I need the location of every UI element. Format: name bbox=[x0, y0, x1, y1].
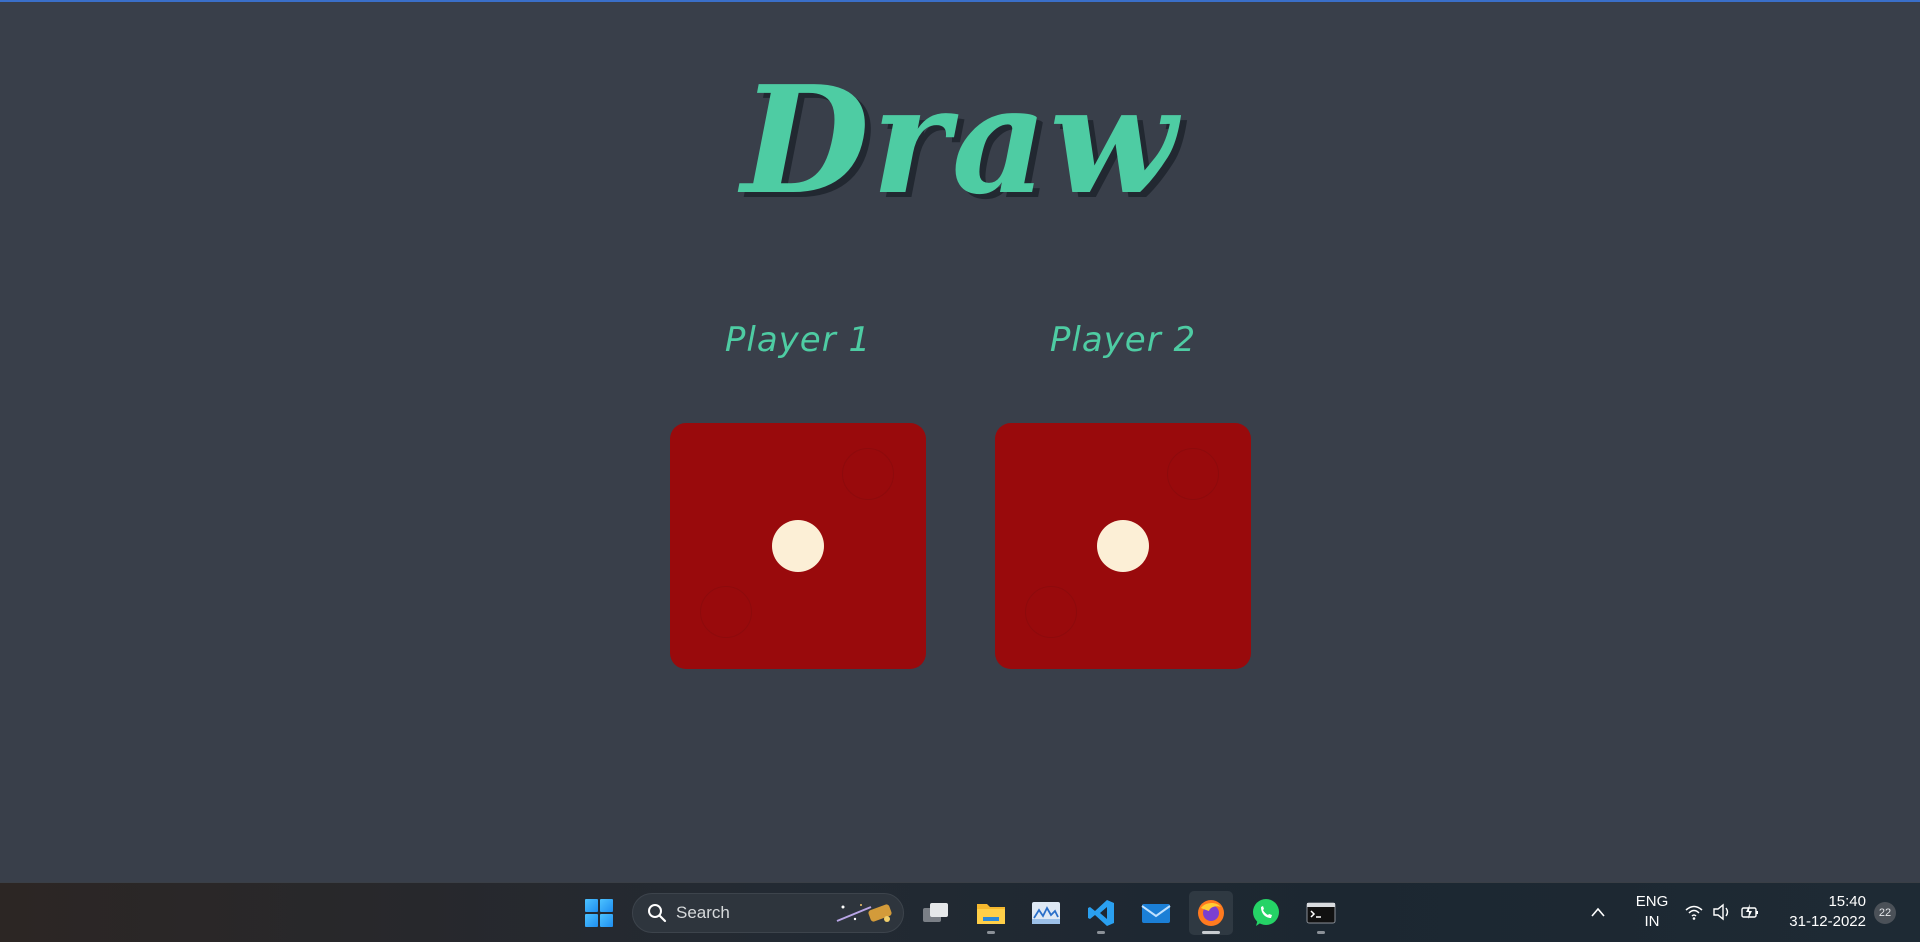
file-explorer-button[interactable] bbox=[969, 891, 1013, 935]
taskbar-clock[interactable]: 15:40 31-12-2022 bbox=[1780, 892, 1866, 932]
task-view-icon bbox=[923, 903, 948, 922]
search-placeholder: Search bbox=[676, 903, 730, 922]
player-2-die bbox=[995, 423, 1251, 669]
mail-icon bbox=[1141, 904, 1171, 923]
whatsapp-icon bbox=[1253, 899, 1279, 926]
result-title: Draw bbox=[741, 53, 1179, 227]
resource-monitor-button[interactable] bbox=[1024, 891, 1068, 935]
firefox-icon bbox=[1198, 900, 1224, 926]
windows-logo-icon bbox=[585, 899, 613, 927]
wifi-icon bbox=[1685, 905, 1703, 920]
game-page: Draw Player 1 Player 2 bbox=[0, 2, 1920, 882]
system-tray[interactable] bbox=[1684, 903, 1760, 921]
whatsapp-button[interactable] bbox=[1244, 891, 1288, 935]
player-2-label: Player 2 bbox=[1049, 320, 1197, 360]
input-language-indicator[interactable]: ENG IN bbox=[1632, 892, 1672, 932]
file-explorer-icon bbox=[977, 904, 1005, 924]
taskbar-search[interactable]: Search bbox=[632, 893, 904, 933]
die-pip-hidden bbox=[842, 448, 894, 500]
taskbar: Search ENG IN 15:40 31-12-2022 22 bbox=[0, 882, 1920, 942]
search-icon bbox=[648, 904, 667, 923]
notification-badge[interactable]: 22 bbox=[1874, 902, 1896, 924]
die-pip bbox=[772, 520, 824, 572]
active-indicator bbox=[1202, 931, 1220, 934]
terminal-button[interactable] bbox=[1299, 891, 1343, 935]
language-region: IN bbox=[1644, 913, 1660, 930]
running-indicator bbox=[1317, 931, 1325, 934]
task-view-button[interactable] bbox=[914, 891, 958, 935]
vscode-button[interactable] bbox=[1079, 891, 1123, 935]
clock-date: 31-12-2022 bbox=[1789, 913, 1866, 930]
die-pip-hidden bbox=[700, 586, 752, 638]
chevron-up-icon bbox=[1591, 907, 1605, 917]
battery-icon bbox=[1741, 904, 1758, 919]
show-hidden-icons-button[interactable] bbox=[1590, 903, 1606, 922]
search-highlight-icon bbox=[836, 904, 892, 922]
vscode-icon bbox=[1088, 900, 1114, 926]
running-indicator bbox=[987, 931, 995, 934]
start-button[interactable] bbox=[577, 891, 621, 935]
player-1-die bbox=[670, 423, 926, 669]
running-indicator bbox=[1097, 931, 1105, 934]
die-pip bbox=[1097, 520, 1149, 572]
firefox-button[interactable] bbox=[1189, 891, 1233, 935]
terminal-icon bbox=[1306, 902, 1336, 924]
clock-time: 15:40 bbox=[1828, 893, 1866, 910]
die-pip-hidden bbox=[1025, 586, 1077, 638]
die-pip-hidden bbox=[1167, 448, 1219, 500]
mail-button[interactable] bbox=[1134, 891, 1178, 935]
player-1-label: Player 1 bbox=[724, 320, 872, 360]
resource-monitor-icon bbox=[1032, 902, 1060, 924]
language-code: ENG bbox=[1635, 893, 1669, 910]
volume-icon bbox=[1713, 903, 1729, 921]
